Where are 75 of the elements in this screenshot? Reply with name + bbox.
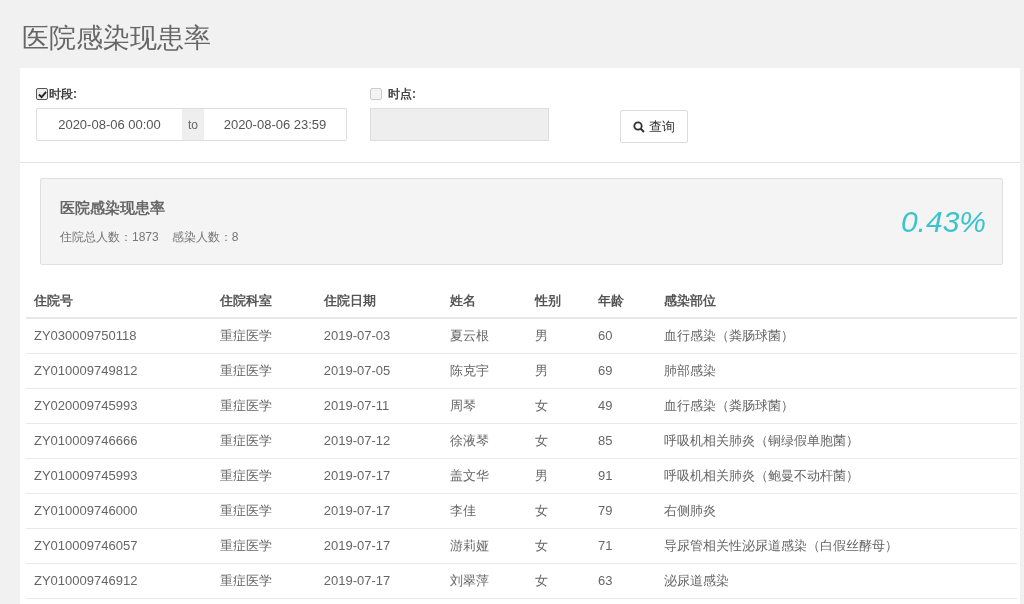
table-cell: 夏云根	[441, 318, 528, 353]
table-cell: 导尿管相关性泌尿道感染（白假丝酵母）	[656, 528, 1017, 563]
time-point-field[interactable]	[370, 108, 549, 141]
summary-stat: 住院总人数：1873	[60, 228, 159, 246]
table-cell: ZY010009745993	[26, 458, 212, 493]
period-label: 时段:	[49, 86, 77, 103]
column-header: 性别	[527, 284, 590, 318]
column-header: 感染部位	[656, 284, 1017, 318]
infection-rate: 0.43%	[900, 204, 986, 240]
table-cell: 陈克宇	[441, 353, 528, 388]
table-cell: 男	[527, 353, 590, 388]
table-cell: ZY010009749812	[26, 353, 212, 388]
table-cell: ZY010009746000	[26, 493, 212, 528]
table-cell: 重症医学	[211, 423, 316, 458]
table-cell: 周琴	[441, 388, 528, 423]
table-cell: 60	[590, 318, 656, 353]
table-cell: ZY010009746666	[26, 423, 212, 458]
table-cell: 69	[590, 353, 656, 388]
column-header: 住院号	[26, 284, 212, 318]
table-cell: 肺部感染	[656, 353, 1017, 388]
table-cell: 重症医学	[211, 528, 316, 563]
table-cell: 男	[527, 318, 590, 353]
table-cell: 泌尿道感染	[656, 563, 1017, 598]
table-cell: 重症医学	[211, 388, 316, 423]
table-cell: 2019-07-17	[315, 493, 442, 528]
table-cell: 呼吸机相关肺炎（铜绿假单胞菌）	[656, 423, 1017, 458]
table-cell: ZY010009746057	[26, 528, 212, 563]
table-cell: 游莉娅	[441, 528, 528, 563]
table-cell: 2019-07-03	[315, 318, 442, 353]
table-cell: 重症医学	[211, 493, 316, 528]
table-cell: ZY030009750118	[26, 318, 212, 353]
column-header: 住院日期	[315, 284, 442, 318]
table-cell: 女	[527, 528, 590, 563]
table-cell: 79	[590, 493, 656, 528]
table-cell: 重症医学	[211, 353, 316, 388]
table-cell: 2019-07-11	[315, 388, 442, 423]
table-cell: 91	[590, 458, 656, 493]
table-cell: 血行感染（粪肠球菌）	[656, 388, 1017, 423]
table-cell: 女	[527, 493, 590, 528]
checkbox[interactable]	[36, 88, 48, 100]
search-button[interactable]: 查询	[620, 110, 688, 143]
table-cell: ZY020009745993	[26, 388, 212, 423]
table-cell: 男	[527, 458, 590, 493]
table-cell: 重症医学	[211, 458, 316, 493]
table-cell: 2019-07-12	[315, 423, 442, 458]
table-cell: 刘翠萍	[441, 563, 528, 598]
search-icon	[633, 120, 645, 133]
table-cell: 女	[527, 423, 590, 458]
table-cell: 血行感染（粪肠球菌）	[656, 318, 1017, 353]
table-cell: 女	[527, 388, 590, 423]
page-title: 医院感染现患率	[22, 20, 211, 55]
checkmark-icon	[37, 89, 47, 99]
table-cell: 右侧肺炎	[656, 493, 1017, 528]
table-cell: 徐液琴	[441, 423, 528, 458]
table-cell: 重症医学	[211, 563, 316, 598]
column-header: 姓名	[441, 284, 528, 318]
summary-title: 医院感染现患率	[60, 198, 166, 219]
table-cell: 盖文华	[441, 458, 528, 493]
table-cell: 2019-07-17	[315, 563, 442, 598]
column-header: 年龄	[590, 284, 656, 318]
table-cell: 李佳	[441, 493, 528, 528]
table-cell: 2019-07-05	[315, 353, 442, 388]
table-cell: 71	[590, 528, 656, 563]
table-cell: 2019-07-17	[315, 528, 442, 563]
table-cell: 女	[527, 563, 590, 598]
table-cell: ZY010009746912	[26, 563, 212, 598]
table-cell: 2019-07-17	[315, 458, 442, 493]
table-cell: 呼吸机相关肺炎（鲍曼不动杆菌）	[656, 458, 1017, 493]
table-cell: 重症医学	[211, 318, 316, 353]
time-point-label: 时点:	[388, 86, 416, 103]
summary-stat: 感染人数：8	[171, 228, 239, 246]
table-cell: 63	[590, 563, 656, 598]
column-header: 住院科室	[211, 284, 316, 318]
table-cell: 85	[590, 423, 656, 458]
table-cell: 49	[590, 388, 656, 423]
